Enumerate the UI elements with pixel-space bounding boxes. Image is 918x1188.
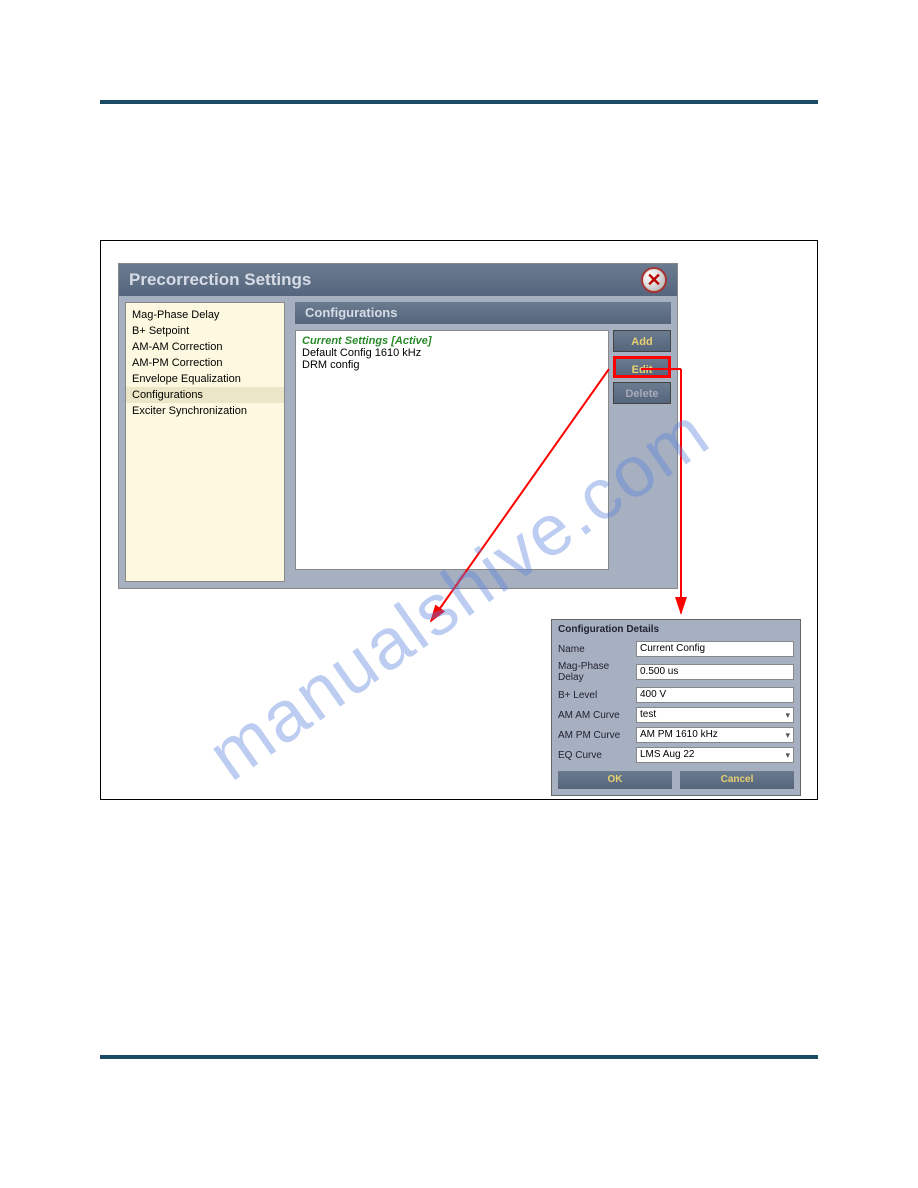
detail-row-mag-phase: Mag-Phase Delay 0.500 us — [552, 659, 800, 685]
eq-curve-select[interactable]: LMS Aug 22 — [636, 747, 794, 763]
am-pm-curve-select[interactable]: AM PM 1610 kHz — [636, 727, 794, 743]
list-item[interactable]: Default Config 1610 kHz — [302, 347, 602, 359]
sidebar-item-am-am-correction[interactable]: AM-AM Correction — [126, 339, 284, 355]
ok-button[interactable]: OK — [558, 771, 672, 789]
configuration-details-popup: Configuration Details Name Current Confi… — [551, 619, 801, 796]
name-field[interactable]: Current Config — [636, 641, 794, 657]
precorrection-window: Precorrection Settings ✕ Mag-Phase Delay… — [118, 263, 678, 589]
sidebar-item-mag-phase-delay[interactable]: Mag-Phase Delay — [126, 307, 284, 323]
delete-button[interactable]: Delete — [613, 382, 671, 404]
add-button[interactable]: Add — [613, 330, 671, 352]
close-icon: ✕ — [646, 271, 661, 289]
figure-container: Precorrection Settings ✕ Mag-Phase Delay… — [100, 240, 818, 800]
detail-row-b-level: B+ Level 400 V — [552, 685, 800, 705]
list-item[interactable]: DRM config — [302, 359, 602, 371]
detail-row-eq: EQ Curve LMS Aug 22 — [552, 745, 800, 765]
panel-header: Configurations — [295, 302, 671, 324]
config-list[interactable]: Current Settings [Active] Default Config… — [295, 330, 609, 570]
list-item-active[interactable]: Current Settings [Active] — [302, 335, 602, 347]
am-am-curve-select[interactable]: test — [636, 707, 794, 723]
details-button-row: OK Cancel — [552, 765, 800, 795]
divider-top — [100, 100, 818, 104]
sidebar-item-configurations[interactable]: Configurations — [126, 387, 284, 403]
edit-button[interactable]: Edit — [613, 356, 671, 378]
close-button[interactable]: ✕ — [641, 267, 667, 293]
b-level-field[interactable]: 400 V — [636, 687, 794, 703]
detail-label: AM PM Curve — [558, 730, 636, 741]
mag-phase-delay-field[interactable]: 0.500 us — [636, 664, 794, 680]
sidebar-item-am-pm-correction[interactable]: AM-PM Correction — [126, 355, 284, 371]
detail-row-ampm: AM PM Curve AM PM 1610 kHz — [552, 725, 800, 745]
detail-label: EQ Curve — [558, 750, 636, 761]
sidebar-item-envelope-equalization[interactable]: Envelope Equalization — [126, 371, 284, 387]
window-title-bar: Precorrection Settings ✕ — [119, 264, 677, 296]
action-button-column: Add Edit Delete — [613, 330, 671, 408]
sidebar: Mag-Phase Delay B+ Setpoint AM-AM Correc… — [125, 302, 285, 582]
detail-label: B+ Level — [558, 690, 636, 701]
window-title: Precorrection Settings — [129, 270, 311, 290]
detail-label: Name — [558, 644, 636, 655]
cancel-button[interactable]: Cancel — [680, 771, 794, 789]
sidebar-item-exciter-synchronization[interactable]: Exciter Synchronization — [126, 403, 284, 419]
detail-label: Mag-Phase Delay — [558, 661, 636, 683]
detail-row-name: Name Current Config — [552, 639, 800, 659]
sidebar-item-b-setpoint[interactable]: B+ Setpoint — [126, 323, 284, 339]
divider-bottom — [100, 1055, 818, 1059]
detail-row-amam: AM AM Curve test — [552, 705, 800, 725]
detail-label: AM AM Curve — [558, 710, 636, 721]
details-title: Configuration Details — [552, 620, 800, 639]
